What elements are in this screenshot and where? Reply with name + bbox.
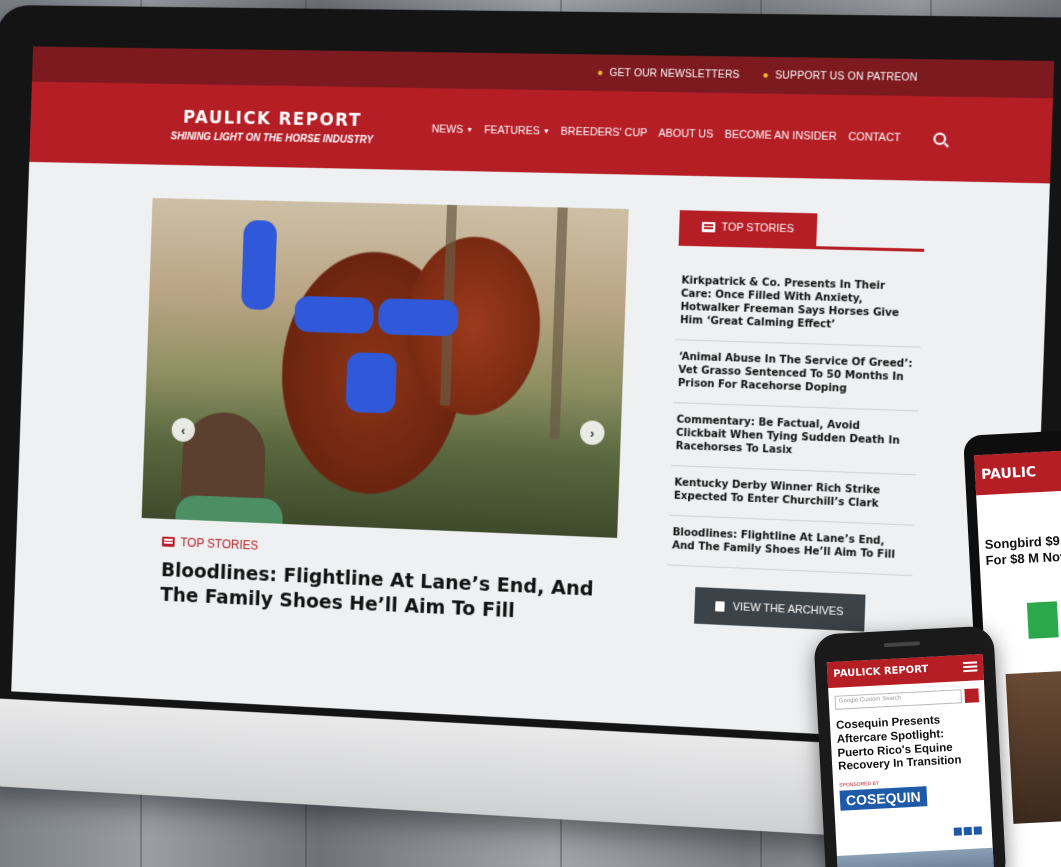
phone-screen: PAULICK REPORT Google Custom Search Cose…: [826, 654, 995, 867]
phone-headline: Cosequin Presents Aftercare Spotlight: P…: [835, 714, 962, 774]
cosequin-logo: COSEQUIN: [839, 786, 928, 811]
phone-search-button: [964, 688, 980, 704]
newspaper-icon: [701, 221, 716, 233]
site-header: PAULICK REPORT SHINING LIGHT ON THE HORS…: [29, 81, 1053, 184]
hero-carousel-image[interactable]: ‹ ›: [141, 198, 629, 538]
tablet-article-image: [1005, 668, 1061, 824]
view-archives-label: VIEW THE ARCHIVES: [732, 600, 844, 619]
newsletter-label: GET OUR NEWSLETTERS: [609, 67, 740, 81]
search-icon[interactable]: [933, 132, 947, 146]
caret-down-icon: ▼: [466, 126, 474, 134]
chat-bubbles-icon: ●: [596, 67, 604, 79]
site-logo[interactable]: PAULICK REPORT SHINING LIGHT ON THE HORS…: [155, 107, 391, 146]
newspaper-icon: [161, 536, 175, 547]
tree-trunk: [549, 207, 568, 440]
nav-item-label: BREEDERS' CUP: [560, 125, 648, 140]
nav-item-contact[interactable]: CONTACT: [848, 131, 901, 144]
nav-item-label: BECOME AN INSIDER: [724, 128, 837, 144]
archive-box-icon: [715, 601, 725, 612]
hamburger-menu-icon: [962, 661, 978, 673]
hero-title[interactable]: Bloodlines: Flightline At Lane’s End, An…: [160, 558, 628, 629]
phone-search: Google Custom Search: [834, 688, 980, 710]
phone-logo: PAULICK REPORT: [833, 663, 929, 680]
story-link[interactable]: Bloodlines: Flightline At Lane’s End, An…: [667, 515, 915, 577]
nav-item-label: CONTACT: [847, 130, 901, 145]
carousel-next-button[interactable]: ›: [579, 420, 605, 446]
story-link[interactable]: Kirkpatrick & Co. Presents In Their Care…: [675, 264, 924, 348]
tab-top-stories-label: TOP STORIES: [721, 221, 795, 236]
nav-item-label: NEWS: [431, 123, 464, 136]
nav-item-features[interactable]: FEATURES ▼: [484, 124, 550, 137]
sidebar-tab-row: TOP STORIES: [678, 210, 926, 252]
phone-search-input: Google Custom Search: [834, 689, 963, 710]
tab-top-stories[interactable]: TOP STORIES: [678, 210, 818, 247]
nav-item-become-insider[interactable]: BECOME AN INSIDER: [724, 129, 836, 143]
nav-item-breeders-cup[interactable]: BREEDERS' CUP: [561, 126, 648, 140]
tablet-ad-block: [1026, 601, 1059, 639]
nav-item-news[interactable]: NEWS ▼: [431, 123, 473, 136]
halter-strap: [294, 295, 375, 334]
top-stories-sidebar: TOP STORIES Kirkpatrick & Co. Presents I…: [665, 210, 926, 634]
nav-item-label: ABOUT US: [658, 127, 714, 141]
social-icon: [973, 826, 982, 835]
person-shirt: [174, 494, 284, 538]
phone-header: PAULICK REPORT: [826, 654, 984, 689]
patreon-icon: ●: [762, 69, 770, 81]
phone-speaker: [883, 641, 921, 648]
logo-title: PAULICK REPORT: [182, 107, 363, 131]
main-nav: NEWS ▼ FEATURES ▼ BREEDERS' CUP ABOUT US…: [431, 123, 947, 146]
tablet-header: PAULIC: [974, 448, 1061, 496]
story-link[interactable]: ‘Animal Abuse In The Service Of Greed’: …: [673, 340, 921, 412]
halter-strap: [345, 352, 398, 414]
patreon-label: SUPPORT US ON PATREON: [774, 69, 918, 84]
view-archives-button[interactable]: VIEW THE ARCHIVES: [694, 587, 866, 632]
patreon-link[interactable]: ● SUPPORT US ON PATREON: [762, 70, 918, 84]
hero-category-label: TOP STORIES: [180, 535, 259, 553]
nav-item-about-us[interactable]: ABOUT US: [658, 127, 713, 140]
phone-social-icons: [953, 826, 982, 836]
social-icon: [953, 827, 963, 836]
story-link[interactable]: Commentary: Be Factual, Avoid Clickbait …: [670, 403, 919, 476]
story-list: Kirkpatrick & Co. Presents In Their Care…: [667, 264, 924, 577]
logo-tagline: SHINING LIGHT ON THE HORSE INDUSTRY: [170, 130, 374, 146]
phone-device: PAULICK REPORT Google Custom Search Cose…: [813, 625, 1007, 867]
tablet-headline: Songbird $9.5 Milli For $8 M Novemb: [984, 531, 1061, 568]
newsletter-link[interactable]: ● GET OUR NEWSLETTERS: [597, 67, 740, 80]
phone-article-image: [836, 847, 995, 867]
halter-strap: [240, 219, 278, 311]
halter-strap: [377, 298, 459, 337]
hero-caption: TOP STORIES Bloodlines: Flightline At La…: [160, 535, 629, 629]
caret-down-icon: ▼: [542, 127, 550, 136]
nav-item-label: FEATURES: [483, 124, 540, 138]
social-icon: [963, 826, 973, 836]
